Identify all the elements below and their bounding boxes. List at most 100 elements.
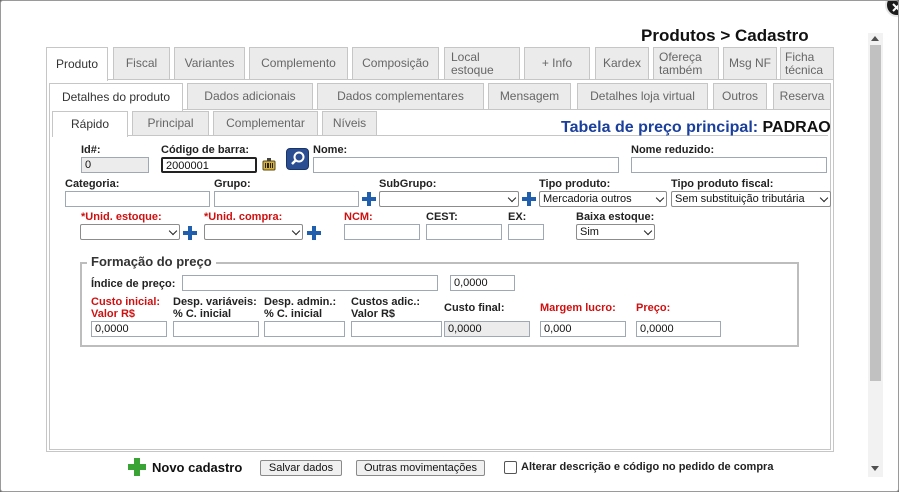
tab-ficha-tecnica[interactable]: Ficha técnica [780, 47, 834, 79]
price-index-label: Índice de preço: [91, 278, 176, 290]
purchase-unit-label: *Unid. compra: [204, 211, 283, 223]
alter-description-label: Alterar descrição e código no pedido de … [521, 461, 774, 473]
tab-kardex[interactable]: Kardex [595, 47, 649, 79]
page-title: Produtos > Cadastro [641, 26, 809, 45]
fiscal-type-select[interactable]: Sem substituição tributária [671, 191, 831, 207]
tab-fiscal[interactable]: Fiscal [113, 47, 170, 79]
tab-reserva[interactable]: Reserva [773, 83, 831, 109]
ncm-input[interactable] [344, 224, 420, 240]
tab-label: Produto [55, 57, 99, 71]
additional-costs-input[interactable] [351, 321, 442, 337]
label-line: Desp. admin.: [264, 296, 337, 308]
save-button[interactable]: Salvar dados [260, 460, 342, 476]
category-input[interactable] [65, 191, 210, 207]
tab-label: Níveis [332, 116, 367, 130]
ex-input[interactable] [508, 224, 544, 240]
tab-label: Mensagem [499, 89, 560, 103]
tab-rapido[interactable]: Rápido [52, 111, 128, 137]
tab-principal[interactable]: Principal [132, 111, 209, 135]
label-line: Valor R$ [91, 308, 136, 320]
tab-ofereca-tambem[interactable]: Ofereça também [653, 47, 719, 79]
purchase-unit-select[interactable] [204, 224, 303, 240]
label-line: % C. inicial [173, 308, 232, 320]
tab-label: Ofereça também [659, 49, 703, 77]
tab-dados-adicionais[interactable]: Dados adicionais [187, 83, 313, 109]
subgroup-select[interactable] [379, 191, 519, 207]
tab-mensagem[interactable]: Mensagem [488, 83, 571, 109]
other-movements-button[interactable]: Outras movimentações [356, 460, 485, 476]
add-group-icon[interactable] [362, 192, 376, 206]
admin-expenses-input[interactable] [264, 321, 345, 337]
short-name-input[interactable] [631, 157, 827, 173]
stock-writeoff-value: Sim [580, 226, 599, 238]
group-input[interactable] [214, 191, 359, 207]
stock-unit-label: *Unid. estoque: [81, 211, 162, 223]
tab-label: Msg NF [729, 56, 771, 70]
tab-label: Composição [362, 56, 429, 70]
product-type-value: Mercadoria outros [543, 193, 632, 205]
additional-costs-label: Custos adic.: Valor R$ [351, 296, 420, 320]
new-record-plus-icon [128, 458, 146, 476]
cest-input[interactable] [426, 224, 502, 240]
add-stock-unit-icon[interactable] [183, 226, 197, 240]
stock-writeoff-select[interactable]: Sim [576, 224, 655, 240]
tab-detalhes-loja-virtual[interactable]: Detalhes loja virtual [577, 83, 708, 109]
scroll-up-icon[interactable] [871, 36, 879, 41]
tab-produto[interactable]: Produto [46, 47, 108, 81]
add-purchase-unit-icon[interactable] [307, 226, 321, 240]
tab-mais-info[interactable]: + Info [524, 47, 590, 79]
price-index-value[interactable]: 0,0000 [450, 275, 515, 291]
price-table-indicator: Tabela de preço principal: PADRAO [561, 119, 831, 137]
tab-label: Outros [721, 89, 758, 103]
ex-label: EX: [508, 211, 527, 223]
barcode-scanner-icon[interactable] [262, 158, 276, 172]
stock-writeoff-label: Baixa estoque: [576, 211, 655, 223]
tab-label: Detalhes do produto [61, 90, 171, 104]
tab-complementar[interactable]: Complementar [213, 111, 318, 135]
pricing-legend: Formação do preço [87, 254, 216, 269]
scrollbar-thumb[interactable] [870, 45, 881, 381]
tab-label: + Info [541, 56, 573, 70]
name-input[interactable] [313, 157, 619, 173]
close-icon[interactable] [885, 1, 898, 17]
category-label: Categoria: [65, 178, 120, 190]
new-record-button[interactable]: Novo cadastro [127, 457, 242, 477]
product-dialog: Produtos > Cadastro Produto Fiscal Varia… [0, 0, 899, 492]
tab-composicao[interactable]: Composição [352, 47, 439, 79]
initial-cost-input[interactable]: 0,0000 [91, 321, 167, 337]
tab-dados-complementares[interactable]: Dados complementares [317, 83, 484, 109]
alter-description-checkbox[interactable] [504, 461, 517, 474]
tab-variantes[interactable]: Variantes [174, 47, 245, 79]
tab-complemento[interactable]: Complemento [249, 47, 348, 79]
tab-outros[interactable]: Outros [713, 83, 767, 109]
tab-niveis[interactable]: Níveis [322, 111, 377, 135]
tab-label: Kardex [602, 56, 642, 70]
label-line: % C. inicial [264, 308, 323, 320]
tab-label: Variantes [184, 56, 235, 70]
tab-local-estoque[interactable]: Local estoque [444, 47, 520, 79]
id-field: 0 [81, 157, 149, 173]
tab-label: Dados complementares [337, 89, 464, 103]
price-table-label: Tabela de preço principal: [561, 119, 759, 136]
price-index-input[interactable] [182, 275, 438, 291]
label-line: Custos adic.: [351, 296, 421, 308]
chevron-down-icon [291, 226, 301, 236]
tab-msg-nf[interactable]: Msg NF [723, 47, 777, 79]
tab-label: Local estoque [451, 49, 494, 77]
search-icon[interactable] [286, 148, 309, 170]
label-line: Custo inicial: [91, 296, 161, 308]
variable-expenses-label: Desp. variáveis:% C. inicial [173, 296, 257, 320]
stock-unit-select[interactable] [80, 224, 180, 240]
variable-expenses-input[interactable] [173, 321, 259, 337]
product-type-select[interactable]: Mercadoria outros [539, 191, 667, 207]
fiscal-type-value: Sem substituição tributária [675, 193, 805, 205]
fiscal-type-label: Tipo produto fiscal: [671, 178, 774, 190]
ncm-label: NCM: [344, 211, 373, 223]
admin-expenses-label: Desp. admin.:% C. inicial [264, 296, 336, 320]
scroll-down-icon[interactable] [871, 466, 879, 471]
barcode-input[interactable]: 2000001 [161, 157, 257, 173]
tab-detalhes-produto[interactable]: Detalhes do produto [49, 83, 183, 111]
price-input[interactable]: 0,0000 [636, 321, 721, 337]
profit-margin-input[interactable]: 0,000 [540, 321, 626, 337]
add-subgroup-icon[interactable] [522, 192, 536, 206]
